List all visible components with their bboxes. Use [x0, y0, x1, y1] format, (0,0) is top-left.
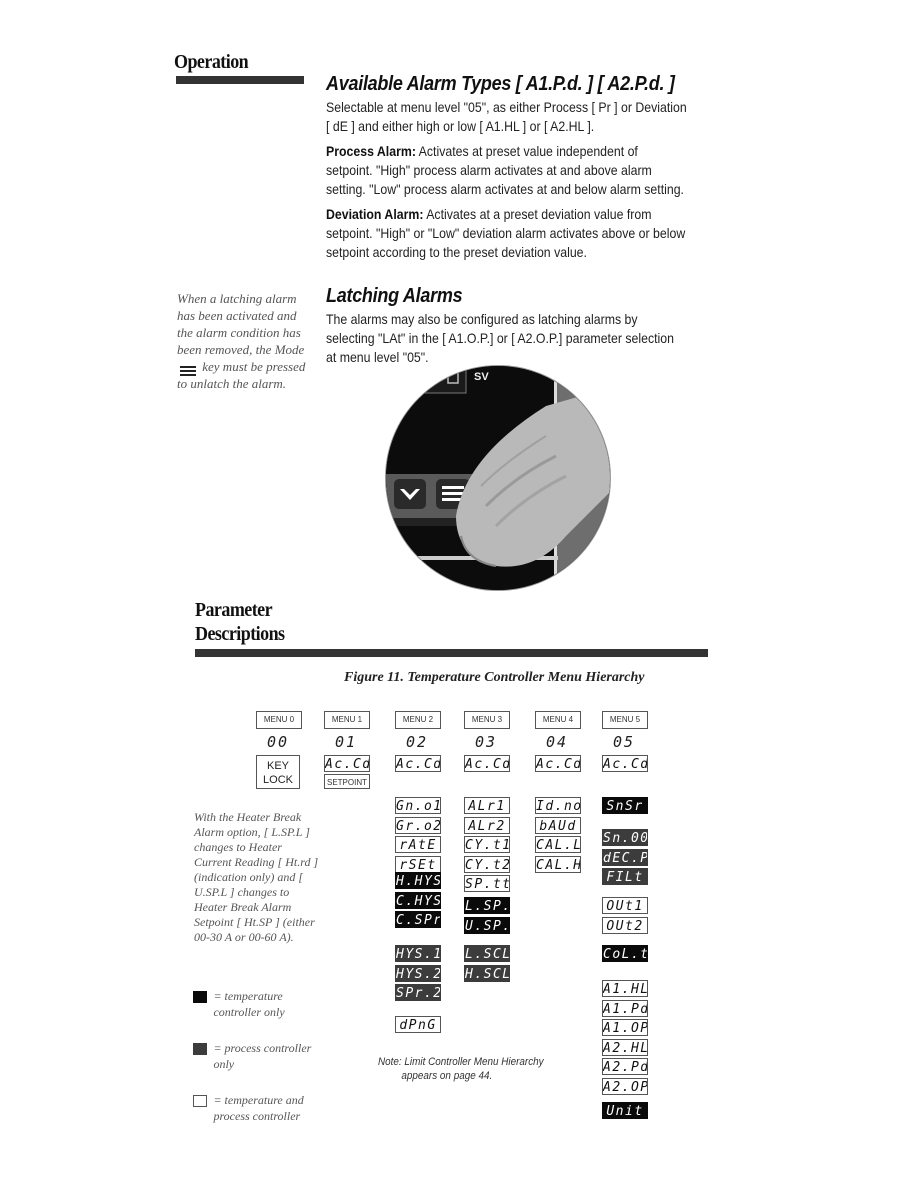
legend: = temperature controller only = process …: [193, 988, 343, 1124]
parameter-display-l-scl[interactable]: L.SCL: [464, 945, 510, 962]
parameter-display-out2[interactable]: OUt2: [602, 916, 648, 934]
legend-swatch-temperature-only: [193, 990, 207, 1003]
parameter-display-gn-o1[interactable]: Gn.o1: [395, 797, 441, 814]
parameter-display-cal-l[interactable]: CAL.L: [535, 836, 581, 853]
legend-text: = process controller only: [213, 1041, 312, 1071]
menu-number-5: 05: [612, 733, 636, 751]
parameter-display-baud[interactable]: bAUd: [535, 816, 581, 834]
menu-number-4: 04: [545, 733, 569, 751]
menu-label-4[interactable]: MENU 4: [535, 711, 581, 729]
parameter-display-a2-pd[interactable]: A2.Pd: [602, 1058, 648, 1075]
parameter-display-rate[interactable]: rAtE: [395, 836, 441, 853]
legend-item-temperature-only: = temperature controller only: [193, 988, 343, 1020]
menu-label-5[interactable]: MENU 5: [602, 711, 648, 729]
keylock-line2: LOCK: [263, 774, 293, 786]
parameter-display-col-t[interactable]: CoL.t: [602, 945, 648, 962]
menu-label-2[interactable]: MENU 2: [395, 711, 441, 729]
parameter-display-hys-2[interactable]: HYS.2: [395, 964, 441, 982]
legend-text: = temperature controller only: [213, 989, 285, 1019]
parameter-display-gr-o2[interactable]: Gr.o2: [395, 816, 441, 834]
limit-controller-note: Note: Limit Controller Menu Hierarchy ap…: [378, 1055, 544, 1083]
parameter-display-out1[interactable]: OUt1: [602, 897, 648, 914]
display-accd-menu-3[interactable]: Ac.Cd: [464, 755, 510, 772]
keylock-line1: KEY: [266, 760, 289, 772]
parameter-display-c-hys[interactable]: C.HYS: [395, 891, 441, 909]
parameter-display-alr2[interactable]: ALr2: [464, 816, 510, 834]
display-accd-menu-4[interactable]: Ac.Cd: [535, 755, 581, 772]
legend-item-both: = temperature and process controller: [193, 1092, 343, 1124]
parameter-display-filt[interactable]: FILt: [602, 868, 648, 885]
parameter-display-spr-2[interactable]: SPr.2: [395, 984, 441, 1001]
setpoint-box[interactable]: SETPOINT: [324, 774, 370, 789]
parameter-display-cal-h[interactable]: CAL.H: [535, 855, 581, 873]
keylock-button[interactable]: KEY LOCK: [256, 755, 300, 789]
parameter-display-unit[interactable]: Unit: [602, 1102, 648, 1119]
parameter-display-a2-op[interactable]: A2.OP: [602, 1077, 648, 1095]
legend-text: = temperature and process controller: [213, 1093, 304, 1123]
parameter-display-a1-op[interactable]: A1.OP: [602, 1019, 648, 1036]
parameter-display-l-sp-l[interactable]: L.SP.L: [464, 897, 510, 914]
parameter-display-sp-tt[interactable]: SP.tt: [464, 875, 510, 892]
parameter-display-dec-p[interactable]: dEC.P: [602, 848, 648, 866]
note-line2: appears on page 44.: [401, 1070, 493, 1082]
menu-label-3[interactable]: MENU 3: [464, 711, 510, 729]
parameter-display-a2-hl[interactable]: A2.HL: [602, 1038, 648, 1056]
parameter-display-snsr[interactable]: SnSr: [602, 797, 648, 814]
heater-break-note: With the Heater Break Alarm option, [ L.…: [194, 810, 319, 944]
parameter-display-u-sp-l[interactable]: U.SP.L: [464, 916, 510, 934]
menu-number-1: 01: [334, 733, 358, 751]
parameter-display-h-hys[interactable]: H.HYS: [395, 872, 441, 889]
parameter-display-a1-hl[interactable]: A1.HL: [602, 980, 648, 997]
menu-number-0: 00: [266, 733, 290, 751]
menu-label-1[interactable]: MENU 1: [324, 711, 370, 729]
menu-label-0[interactable]: MENU 0: [256, 711, 302, 729]
display-accd-menu-5[interactable]: Ac.Cd: [602, 755, 648, 772]
parameter-display-hys-1[interactable]: HYS.1: [395, 945, 441, 962]
legend-swatch-process-only: [193, 1042, 207, 1055]
menu-hierarchy-diagram: MENU 0 00 KEY LOCK MENU 1 01 Ac.Cd SETPOINT MENU…: [0, 0, 918, 1188]
menu-number-3: 03: [474, 733, 498, 751]
parameter-display-c-spr[interactable]: C.SPr: [395, 911, 441, 928]
parameter-display-a1-pd[interactable]: A1.Pd: [602, 999, 648, 1017]
parameter-display-dpng[interactable]: dPnG: [395, 1016, 441, 1033]
note-line1: Note: Limit Controller Menu Hierarchy: [378, 1056, 544, 1068]
parameter-display-sn-00[interactable]: Sn.00: [602, 829, 648, 846]
parameter-display-rset[interactable]: rSEt: [395, 855, 441, 873]
menu-number-2: 02: [405, 733, 429, 751]
parameter-display-h-scl[interactable]: H.SCL: [464, 964, 510, 982]
parameter-display-cy-t2[interactable]: CY.t2: [464, 855, 510, 873]
display-accd-menu-2[interactable]: Ac.Cd: [395, 755, 441, 772]
legend-item-process-only: = process controller only: [193, 1040, 343, 1072]
parameter-display-cy-t1[interactable]: CY.t1: [464, 836, 510, 853]
parameter-display-alr1[interactable]: ALr1: [464, 797, 510, 814]
parameter-display-id-no[interactable]: Id.no: [535, 797, 581, 814]
legend-swatch-both: [193, 1094, 207, 1107]
display-accd-menu-1[interactable]: Ac.Cd: [324, 755, 370, 772]
